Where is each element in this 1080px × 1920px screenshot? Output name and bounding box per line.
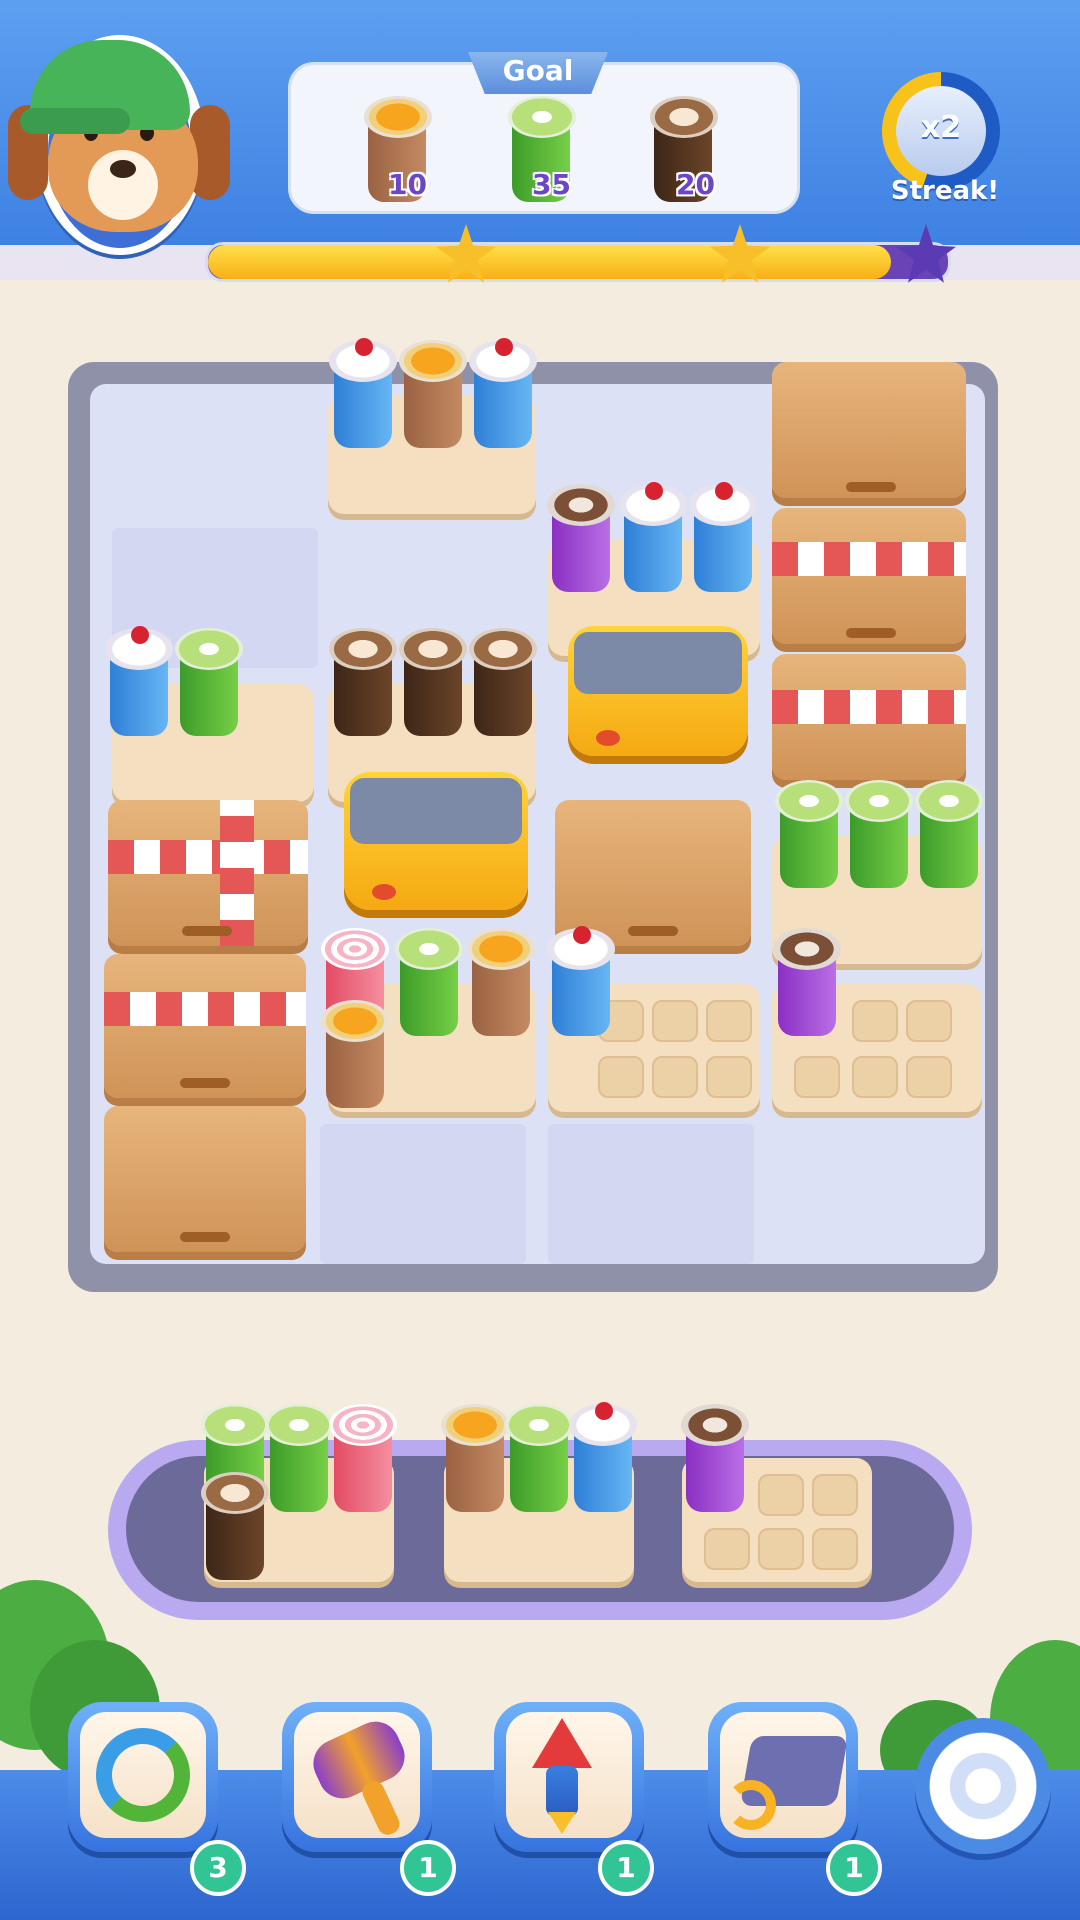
tape-strip — [772, 542, 966, 576]
booster-count-badge: 1 — [400, 1840, 456, 1896]
cherry — [355, 338, 373, 356]
matcha-lid — [505, 1404, 573, 1446]
streak-multiplier: x2 — [920, 110, 962, 145]
cardboard-box[interactable] — [555, 800, 751, 946]
tray-slot — [758, 1474, 804, 1516]
matcha-lid — [915, 780, 983, 822]
goal-title: Goal — [502, 54, 574, 87]
cardboard-box[interactable] — [104, 1106, 306, 1252]
tape-strip — [108, 840, 308, 874]
settings-gear-icon[interactable] — [915, 1718, 1051, 1854]
matcha-lid — [395, 928, 463, 970]
latte-lid — [650, 96, 718, 138]
goal-count: 20 — [676, 168, 715, 201]
toaster-slot — [350, 778, 522, 844]
cherry — [645, 482, 663, 500]
latte-lid — [329, 628, 397, 670]
orange-lid — [321, 1000, 389, 1042]
orange-lid — [399, 340, 467, 382]
tray-slot — [598, 1056, 644, 1098]
box-handle — [182, 926, 232, 936]
matcha-lid — [201, 1404, 269, 1446]
latte-lid — [399, 628, 467, 670]
booster-count-badge: 1 — [598, 1840, 654, 1896]
booster-count-badge: 3 — [190, 1840, 246, 1896]
empty-cell — [320, 1124, 526, 1264]
level-progress-fill — [208, 245, 891, 279]
orange-lid — [364, 96, 432, 138]
taped-box[interactable] — [772, 508, 966, 644]
dog-nose — [110, 160, 136, 178]
booster-count-badge: 1 — [826, 1840, 882, 1896]
cherry — [595, 1402, 613, 1420]
matcha-lid — [265, 1404, 333, 1446]
tray-slot — [794, 1056, 840, 1098]
tape-strip — [772, 690, 966, 724]
taped-box[interactable] — [104, 954, 306, 1098]
matcha-lid — [175, 628, 243, 670]
box-handle — [846, 628, 896, 638]
toaster-button — [372, 884, 396, 900]
pink-lid — [329, 1404, 397, 1446]
matcha-lid — [508, 96, 576, 138]
box-handle — [180, 1078, 230, 1088]
choco-lid — [547, 484, 615, 526]
cardboard-box[interactable] — [772, 362, 966, 498]
cherry — [715, 482, 733, 500]
shuffle-icon — [96, 1728, 190, 1822]
rocket-body — [546, 1766, 578, 1816]
cherry — [495, 338, 513, 356]
box-handle — [846, 482, 896, 492]
box-handle — [180, 1232, 230, 1242]
tray-slot — [652, 1056, 698, 1098]
tray-slot — [852, 1056, 898, 1098]
goal-count: 35 — [532, 168, 571, 201]
empty-cell — [548, 1124, 754, 1264]
box-handle — [628, 926, 678, 936]
cherry — [131, 626, 149, 644]
tape-strip — [220, 800, 254, 946]
choco-lid — [773, 928, 841, 970]
tray-slot — [704, 1528, 750, 1570]
tape-strip — [104, 992, 306, 1026]
pink-lid — [321, 928, 389, 970]
streak-label: Streak! — [890, 176, 1000, 206]
latte-lid — [201, 1472, 269, 1514]
tray-slot — [906, 1000, 952, 1042]
toaster-button — [596, 730, 620, 746]
tray-slot — [758, 1528, 804, 1570]
tray-slot — [852, 1000, 898, 1042]
tray-slot — [706, 1056, 752, 1098]
tray-slot — [812, 1528, 858, 1570]
toaster-slot — [574, 632, 742, 694]
tray-slot — [812, 1474, 858, 1516]
tray-slot — [706, 1000, 752, 1042]
swap-arrows — [726, 1780, 776, 1830]
tray-slot — [906, 1056, 952, 1098]
cap-brim — [20, 108, 130, 134]
latte-lid — [469, 628, 537, 670]
goal-count: 10 — [388, 168, 427, 201]
matcha-lid — [775, 780, 843, 822]
matcha-lid — [845, 780, 913, 822]
tray-slot — [652, 1000, 698, 1042]
orange-lid — [441, 1404, 509, 1446]
orange-lid — [467, 928, 535, 970]
choco-lid — [681, 1404, 749, 1446]
cherry — [573, 926, 591, 944]
